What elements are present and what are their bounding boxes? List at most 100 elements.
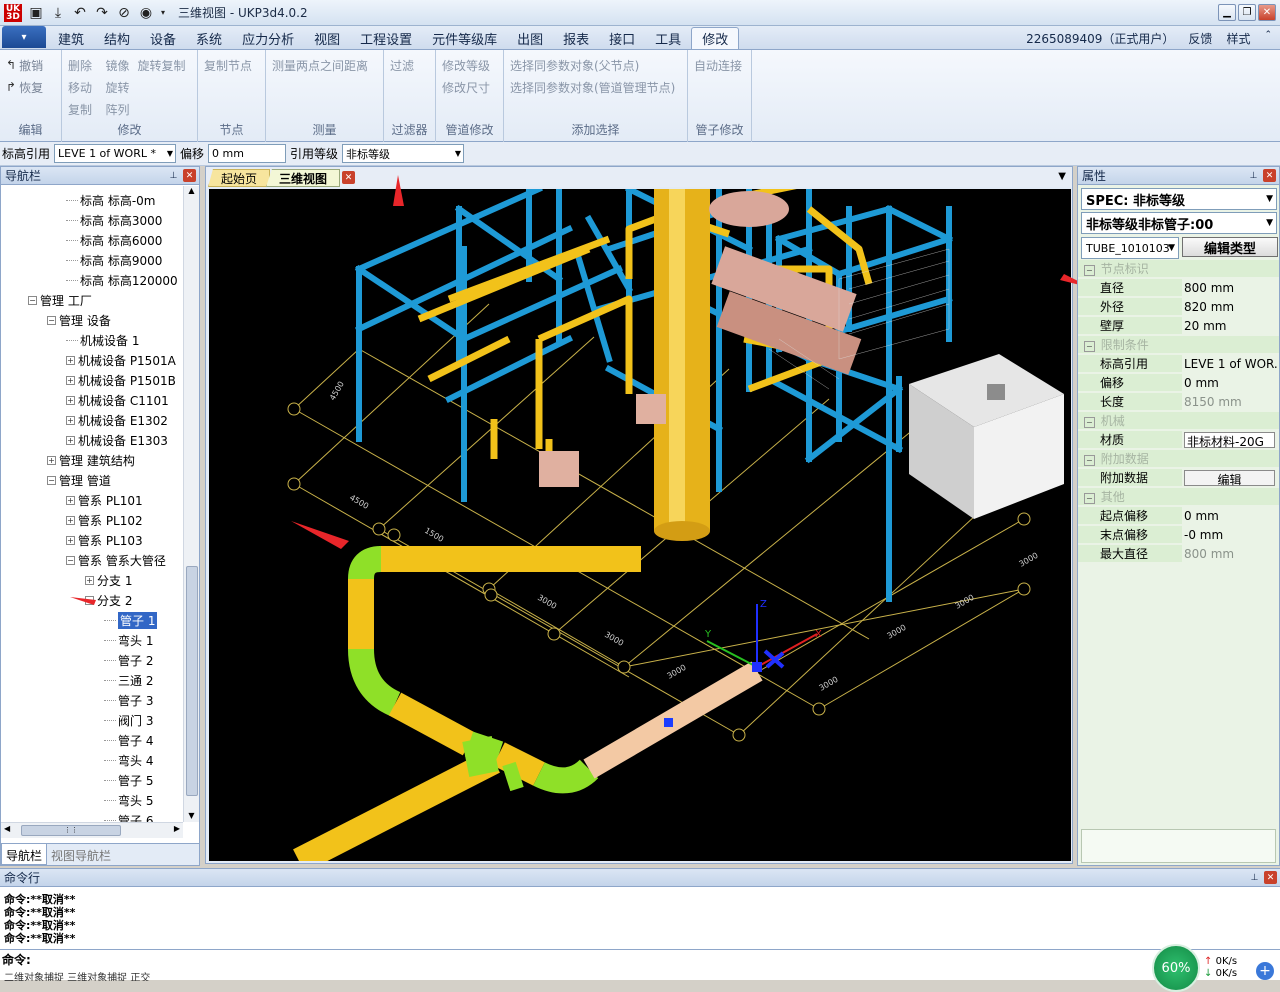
expand-icon[interactable]: + <box>66 535 75 545</box>
property-value[interactable]: 非标材料-20G <box>1184 431 1275 448</box>
tree-node[interactable]: + 管系 PL103 <box>66 530 143 550</box>
select-parent-button[interactable]: 选择同参数对象(父节点) <box>510 54 681 76</box>
measure-distance-button[interactable]: 测量两点之间距离 <box>272 54 377 76</box>
tree-node[interactable]: 三通 2 <box>104 670 153 690</box>
tree-node[interactable]: 标高 标高9000 <box>66 250 162 270</box>
tree-node[interactable]: 弯头 1 <box>104 630 153 650</box>
selected-pipe-grip[interactable] <box>664 718 673 727</box>
type-code-select[interactable]: TUBE_1010103 ▼ <box>1081 237 1179 259</box>
property-row[interactable]: 附加数据 编辑 <box>1078 468 1279 487</box>
tree-node[interactable]: 管子 2 <box>104 650 153 670</box>
collapse-icon[interactable]: − <box>1084 417 1095 428</box>
style-menu[interactable]: 样式 <box>1226 30 1250 47</box>
tab-1[interactable]: 结构 <box>94 27 140 49</box>
tab-3[interactable]: 系统 <box>186 27 232 49</box>
tree-node[interactable]: + 分支 1 <box>85 570 132 590</box>
close-icon[interactable]: ✕ <box>183 169 196 182</box>
pin-icon[interactable]: ⊥ <box>167 169 180 182</box>
scroll-up-icon[interactable]: ▲ <box>184 186 199 195</box>
eye-icon[interactable]: ◉ <box>136 3 156 23</box>
close-icon[interactable]: ✕ <box>1263 169 1276 182</box>
scroll-down-icon[interactable]: ▼ <box>184 811 199 820</box>
hide-icon[interactable]: ⊘ <box>114 3 134 23</box>
tree-node[interactable]: 标高 标高3000 <box>66 210 162 230</box>
app-menu-button[interactable]: ▾ <box>2 26 46 48</box>
tab-view-navigation[interactable]: 视图导航栏 <box>47 844 115 865</box>
tree-node[interactable]: + 机械设备 E1302 <box>66 410 168 430</box>
tab-8[interactable]: 出图 <box>507 27 553 49</box>
tree-node[interactable]: + 管系 PL101 <box>66 490 143 510</box>
tree-node[interactable]: − 管系 管系大管径 <box>66 550 166 570</box>
performance-gauge[interactable]: 60% <box>1152 944 1200 992</box>
tree-node[interactable]: 管子 6 <box>104 810 153 822</box>
delete-button[interactable]: 删除 <box>68 54 97 76</box>
expand-icon[interactable]: + <box>85 575 94 585</box>
app-logo[interactable]: UK 3D <box>4 3 22 22</box>
tab-0[interactable]: 建筑 <box>48 27 94 49</box>
close-button[interactable]: ✕ <box>1258 4 1276 21</box>
scroll-left-icon[interactable]: ◀ <box>4 824 10 833</box>
collapse-icon[interactable]: − <box>1084 341 1095 352</box>
ribbon-expand-icon[interactable]: ⌃ <box>1264 30 1272 47</box>
pin-icon[interactable]: ⊥ <box>1248 871 1261 884</box>
tab-12[interactable]: 修改 <box>691 27 740 49</box>
save-icon[interactable]: ▣ <box>26 3 46 23</box>
tab-5[interactable]: 视图 <box>304 27 350 49</box>
property-category[interactable]: − 其他 <box>1078 487 1279 506</box>
offset-input[interactable]: 0 mm <box>208 144 287 163</box>
mirror-button[interactable]: 镜像 旋转复制 <box>105 54 191 76</box>
tree-node[interactable]: 管子 1 <box>104 610 158 630</box>
expand-icon[interactable]: + <box>66 435 75 445</box>
tree-node[interactable]: + 机械设备 C1101 <box>66 390 169 410</box>
property-row[interactable]: 最大直径 800 mm <box>1078 544 1279 563</box>
qa-dropdown-icon[interactable]: ▾ <box>158 3 168 23</box>
tree-horizontal-scrollbar[interactable]: ◀ ⋮⋮ ▶ <box>1 822 183 838</box>
tree-node[interactable]: − 管理 设备 <box>47 310 111 330</box>
expand-icon[interactable]: + <box>66 495 75 505</box>
spec-select[interactable]: SPEC: 非标等级 ▼ <box>1081 188 1277 210</box>
tree-node[interactable]: 管子 4 <box>104 730 153 750</box>
move-button[interactable]: 移动 <box>68 76 97 98</box>
tab-10[interactable]: 接口 <box>599 27 645 49</box>
tree-vertical-scrollbar[interactable]: ▲ ▼ <box>183 186 199 822</box>
copy-button[interactable]: 复制 <box>68 98 97 120</box>
expand-icon[interactable]: + <box>66 355 75 365</box>
tab-9[interactable]: 报表 <box>553 27 599 49</box>
feedback-link[interactable]: 反馈 <box>1188 30 1212 47</box>
tree-node[interactable]: 管子 5 <box>104 770 153 790</box>
tree-node[interactable]: 标高 标高6000 <box>66 230 162 250</box>
tree-node[interactable]: + 管系 PL102 <box>66 510 143 530</box>
3d-scene[interactable]: 4500 1500 3000 3000 3000 3000 3000 3000 … <box>209 189 1071 861</box>
tab-3d-view[interactable]: 三维视图 <box>266 169 341 187</box>
select-pipe-node-button[interactable]: 选择同参数对象(管道管理节点) <box>510 76 681 98</box>
undo-button[interactable]: ↰ 撤销 <box>6 54 55 76</box>
grade-ref-select[interactable]: 非标等级 ▼ <box>342 144 465 163</box>
property-row[interactable]: 壁厚 20 mm <box>1078 316 1279 335</box>
filter-button[interactable]: 过滤 <box>390 54 429 76</box>
tab-11[interactable]: 工具 <box>645 27 691 49</box>
modify-grade-button[interactable]: 修改等级 <box>442 54 497 76</box>
tree-node[interactable]: 弯头 4 <box>104 750 153 770</box>
plus-icon[interactable]: + <box>1256 962 1274 980</box>
property-category[interactable]: − 机械 <box>1078 411 1279 430</box>
property-row[interactable]: 偏移 0 mm <box>1078 373 1279 392</box>
auto-connect-button[interactable]: 自动连接 <box>694 54 745 76</box>
user-account[interactable]: 2265089409（正式用户） <box>1026 30 1174 47</box>
collapse-icon[interactable]: − <box>47 475 56 485</box>
collapse-icon[interactable]: − <box>85 595 94 605</box>
property-row[interactable]: 标高引用 LEVE 1 of WOR... <box>1078 354 1279 373</box>
pin-icon[interactable]: ⊥ <box>1247 169 1260 182</box>
download-icon[interactable]: ⤓ <box>48 3 68 23</box>
tab-list-dropdown-icon[interactable]: ▼ <box>1058 171 1066 182</box>
tab-2[interactable]: 设备 <box>140 27 186 49</box>
redo-button[interactable]: ↱ 恢复 <box>6 76 55 98</box>
rotate-copy-button[interactable]: 旋转复制 <box>138 57 186 74</box>
tab-start-page[interactable]: 起始页 <box>208 169 271 187</box>
tree-node[interactable]: 阀门 3 <box>104 710 153 730</box>
modify-size-button[interactable]: 修改尺寸 <box>442 76 497 98</box>
tab-7[interactable]: 元件等级库 <box>422 27 507 49</box>
redo-icon[interactable]: ↷ <box>92 3 112 23</box>
property-category[interactable]: − 附加数据 <box>1078 449 1279 468</box>
property-row[interactable]: 外径 820 mm <box>1078 297 1279 316</box>
collapse-icon[interactable]: − <box>66 555 75 565</box>
